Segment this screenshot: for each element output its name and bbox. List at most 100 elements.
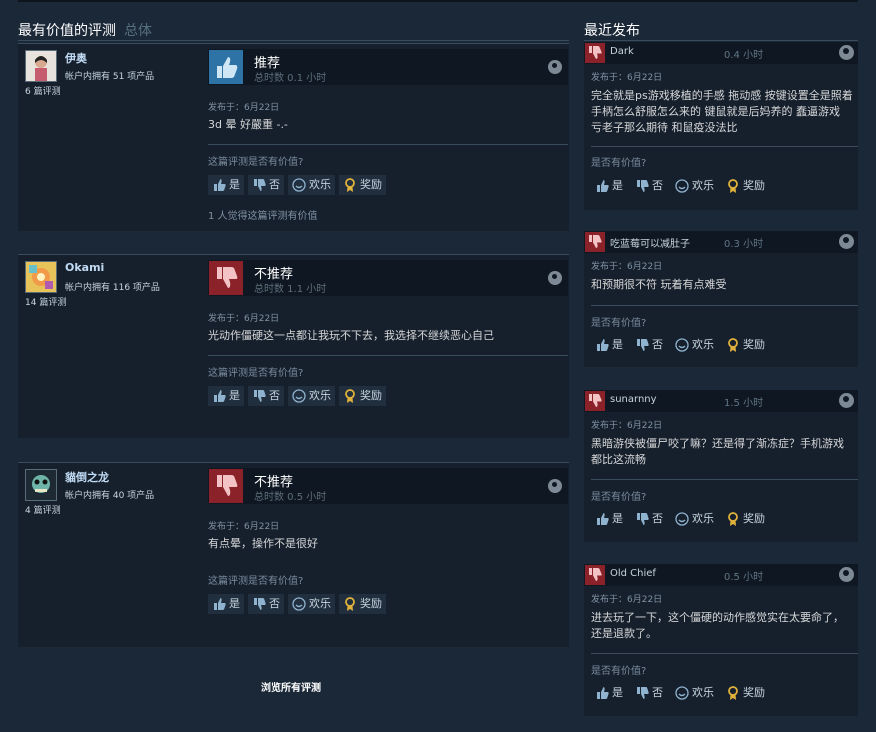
right-heading-rule [584, 40, 858, 41]
vote-no-button[interactable]: 否 [631, 176, 667, 196]
vote-funny-button[interactable]: 欢乐 [671, 176, 718, 196]
products-owned[interactable]: 帐户内拥有 116 项产品 [65, 280, 160, 293]
avatar[interactable] [25, 50, 57, 82]
award-button[interactable]: 奖励 [339, 386, 386, 406]
thumbs-up-icon [594, 511, 610, 527]
vote-no-button[interactable]: 否 [631, 509, 667, 529]
recent-author-name[interactable]: Old Chief [610, 568, 656, 579]
steam-icon [548, 271, 562, 285]
most-helpful-heading: 最有价值的评测 总体 [18, 20, 152, 40]
vote-yes-label: 是 [229, 178, 240, 191]
author-name[interactable]: 伊奥 [65, 50, 87, 66]
browse-all-reviews-link[interactable]: 浏览所有评测 [261, 679, 321, 694]
award-button[interactable]: 奖励 [722, 683, 769, 703]
thumbs-down-icon [634, 511, 650, 527]
recent-separator [591, 305, 858, 306]
vote-yes-button[interactable]: 是 [208, 594, 244, 614]
vote-no-button[interactable]: 否 [248, 386, 284, 406]
vote-no-button[interactable]: 否 [248, 175, 284, 195]
review-text: 有点晕，操作不是很好 [208, 537, 318, 550]
review-separator [208, 355, 568, 356]
recent-helpful-question: 是否有价值? [591, 318, 647, 329]
award-button[interactable]: 奖励 [339, 175, 386, 195]
review-verdict-header[interactable]: 不推荐 总时数 0.5 小时 [208, 468, 568, 504]
vote-funny-button[interactable]: 欢乐 [288, 175, 335, 195]
review-card: Okami 帐户内拥有 116 项产品 14 篇评测 不推荐 总时数 1.1 小… [18, 254, 569, 438]
found-helpful-count: 1 人觉得这篇评测有价值 [208, 211, 318, 222]
recent-review-card: 吃蓝莓可以减肚子 0.3 小时 发布于：6月22日 和预期很不符 玩着有点难受 … [584, 231, 858, 367]
thumbs-down-icon [585, 232, 605, 252]
vote-no-button[interactable]: 否 [631, 335, 667, 355]
recent-vote-buttons: 是 否 欢乐 奖励 [591, 683, 773, 703]
recent-playtime: 0.4 小时 [724, 50, 764, 61]
award-button[interactable]: 奖励 [339, 594, 386, 614]
recent-author-name[interactable]: 吃蓝莓可以减肚子 [610, 235, 690, 250]
vote-buttons: 是 否 欢乐 奖励 [208, 386, 390, 406]
award-icon [725, 337, 741, 353]
recent-posted-date: 发布于：6月22日 [591, 73, 663, 83]
review-count[interactable]: 14 篇评测 [25, 295, 66, 308]
vote-yes-label: 是 [229, 389, 240, 402]
award-label: 奖励 [743, 338, 765, 351]
vote-yes-button[interactable]: 是 [208, 386, 244, 406]
thumbs-down-icon [634, 685, 650, 701]
recent-heading: 最近发布 [584, 23, 640, 39]
vote-yes-button[interactable]: 是 [591, 176, 627, 196]
vote-yes-button[interactable]: 是 [208, 175, 244, 195]
award-button[interactable]: 奖励 [722, 509, 769, 529]
recent-playtime: 0.3 小时 [724, 239, 764, 250]
vote-yes-button[interactable]: 是 [591, 509, 627, 529]
recent-author-name[interactable]: sunarnny [610, 394, 657, 405]
vote-yes-label: 是 [229, 597, 240, 610]
thumbs-down-icon [251, 388, 267, 404]
steam-icon [548, 479, 562, 493]
award-label: 奖励 [743, 512, 765, 525]
vote-funny-button[interactable]: 欢乐 [671, 335, 718, 355]
vote-no-button[interactable]: 否 [248, 594, 284, 614]
author-name[interactable]: Okami [65, 261, 104, 274]
playtime: 总时数 1.1 小时 [254, 284, 327, 295]
vote-funny-button[interactable]: 欢乐 [288, 594, 335, 614]
vote-funny-button[interactable]: 欢乐 [288, 386, 335, 406]
vote-no-button[interactable]: 否 [631, 683, 667, 703]
recent-review-header[interactable]: Old Chief 0.5 小时 [584, 564, 858, 586]
review-count[interactable]: 4 篇评测 [25, 503, 61, 516]
smiley-icon [674, 685, 690, 701]
review-verdict-header[interactable]: 推荐 总时数 0.1 小时 [208, 49, 568, 85]
vote-yes-label: 是 [612, 179, 623, 192]
recent-posted-date: 发布于：6月22日 [591, 262, 663, 272]
vote-funny-button[interactable]: 欢乐 [671, 509, 718, 529]
recent-review-header[interactable]: sunarnny 1.5 小时 [584, 390, 858, 412]
steam-icon [839, 234, 854, 249]
vote-yes-button[interactable]: 是 [591, 683, 627, 703]
vote-no-label: 否 [652, 686, 663, 699]
author-name[interactable]: 貓倒之龙 [65, 469, 109, 485]
smiley-icon [291, 596, 307, 612]
review-card: 貓倒之龙 帐户内拥有 40 项产品 4 篇评测 不推荐 总时数 0.5 小时 发… [18, 462, 569, 647]
vote-no-label: 否 [652, 512, 663, 525]
recent-review-header[interactable]: Dark 0.4 小时 [584, 42, 858, 64]
review-card: 伊奥 帐户内拥有 51 项产品 6 篇评测 推荐 总时数 0.1 小时 发布于：… [18, 43, 569, 231]
avatar[interactable] [25, 469, 57, 501]
award-label: 奖励 [743, 686, 765, 699]
review-count[interactable]: 6 篇评测 [25, 84, 61, 97]
thumbs-down-icon [585, 391, 605, 411]
posted-date: 发布于：6月22日 [208, 103, 280, 113]
thumbs-down-icon [634, 337, 650, 353]
products-owned[interactable]: 帐户内拥有 40 项产品 [65, 488, 154, 501]
recent-review-text: 黑暗游侠被僵尸咬了嘛？还是得了渐冻症？手机游戏都比这流畅 [591, 437, 844, 466]
award-button[interactable]: 奖励 [722, 176, 769, 196]
products-owned[interactable]: 帐户内拥有 51 项产品 [65, 69, 154, 82]
vote-yes-button[interactable]: 是 [591, 335, 627, 355]
review-text: 3d 晕 好嚴重 -.- [208, 118, 288, 131]
vote-funny-label: 欢乐 [692, 338, 714, 351]
avatar[interactable] [25, 261, 57, 293]
recent-review-text: 和预期很不符 玩着有点难受 [591, 278, 727, 291]
recent-review-header[interactable]: 吃蓝莓可以减肚子 0.3 小时 [584, 231, 858, 253]
award-button[interactable]: 奖励 [722, 335, 769, 355]
vote-funny-button[interactable]: 欢乐 [671, 683, 718, 703]
award-icon [342, 388, 358, 404]
overall-tab[interactable]: 总体 [124, 23, 152, 39]
review-verdict-header[interactable]: 不推荐 总时数 1.1 小时 [208, 260, 568, 296]
recent-author-name[interactable]: Dark [610, 46, 634, 57]
